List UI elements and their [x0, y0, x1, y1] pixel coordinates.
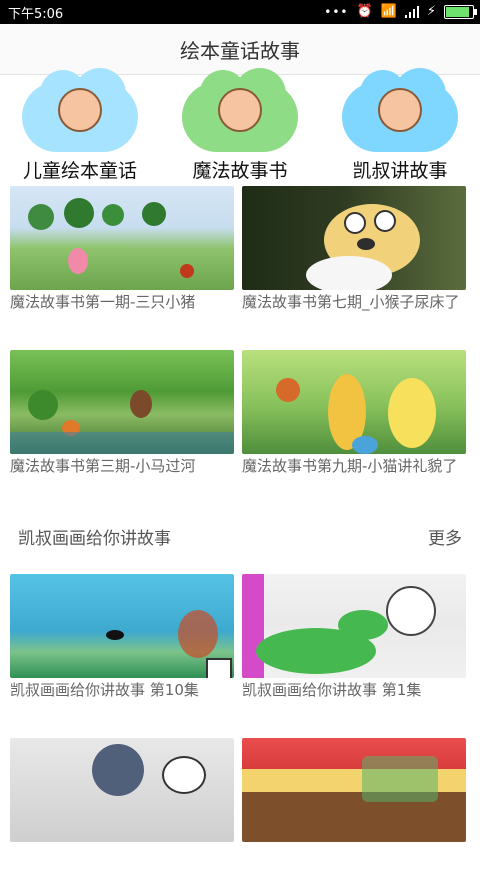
more-dots-icon: ••• [324, 4, 349, 19]
section-story-card[interactable] [10, 738, 234, 888]
girl-reading-icon [218, 88, 262, 132]
category-row: 儿童绘本童话 魔法故事书 凯叔讲故事 [0, 68, 480, 186]
story-thumbnail [242, 574, 466, 678]
story-caption: 魔法故事书第九期-小猫讲礼貌了 [242, 457, 458, 475]
category-magic-storybook[interactable]: 魔法故事书 [160, 68, 320, 186]
story-card[interactable]: 魔法故事书第九期-小猫讲礼貌了 [242, 350, 466, 500]
section-header: 凯叔画画给你讲故事 更多 [0, 510, 480, 560]
story-thumbnail [10, 350, 234, 454]
status-icons: ••• ⏰ 📶 ⚡ [324, 4, 477, 19]
story-card[interactable]: 魔法故事书第三期-小马过河 [10, 350, 234, 500]
story-thumbnail [242, 186, 466, 290]
story-card[interactable]: 魔法故事书第一期-三只小猪 [10, 186, 234, 336]
app-bar: 绘本童话故事 [0, 24, 480, 75]
story-thumbnail [10, 186, 234, 290]
wifi-icon: 📶 [380, 4, 397, 19]
section-story-card[interactable]: 凯叔画画给你讲故事 第10集 [10, 574, 234, 724]
status-time: 下午5:06 [8, 7, 64, 22]
battery-fill [446, 6, 469, 17]
story-caption: 凯叔画画给你讲故事 第10集 [10, 681, 199, 699]
section-story-card[interactable]: 凯叔画画给你讲故事 第1集 [242, 574, 466, 724]
category-label: 儿童绘本童话 [22, 160, 137, 182]
boy-book-icon [378, 88, 422, 132]
story-thumbnail [10, 738, 234, 842]
category-label: 魔法故事书 [192, 160, 288, 182]
section-story-card[interactable] [242, 738, 466, 888]
signal-icon [404, 5, 419, 18]
story-caption: 魔法故事书第三期-小马过河 [10, 457, 196, 475]
story-caption: 凯叔画画给你讲故事 第1集 [242, 681, 422, 699]
category-uncle-kai[interactable]: 凯叔讲故事 [320, 68, 480, 186]
page-title: 绘本童话故事 [180, 39, 300, 63]
category-label: 凯叔讲故事 [352, 160, 448, 182]
alarm-icon: ⏰ [356, 4, 373, 19]
status-bar: 下午5:06 ••• ⏰ 📶 ⚡ [0, 0, 480, 24]
section-title: 凯叔画画给你讲故事 [18, 529, 171, 549]
charging-icon: ⚡ [426, 4, 436, 19]
story-thumbnail [10, 574, 234, 678]
more-link[interactable]: 更多 [428, 524, 462, 549]
boy-pencil-icon [58, 88, 102, 132]
story-thumbnail [242, 350, 466, 454]
story-caption: 魔法故事书第一期-三只小猪 [10, 293, 196, 311]
story-thumbnail [242, 738, 466, 842]
story-caption: 魔法故事书第七期_小猴子尿床了 [242, 293, 460, 311]
battery-icon [444, 4, 477, 19]
story-card[interactable]: 魔法故事书第七期_小猴子尿床了 [242, 186, 466, 336]
category-children-picturebooks[interactable]: 儿童绘本童话 [0, 68, 160, 186]
